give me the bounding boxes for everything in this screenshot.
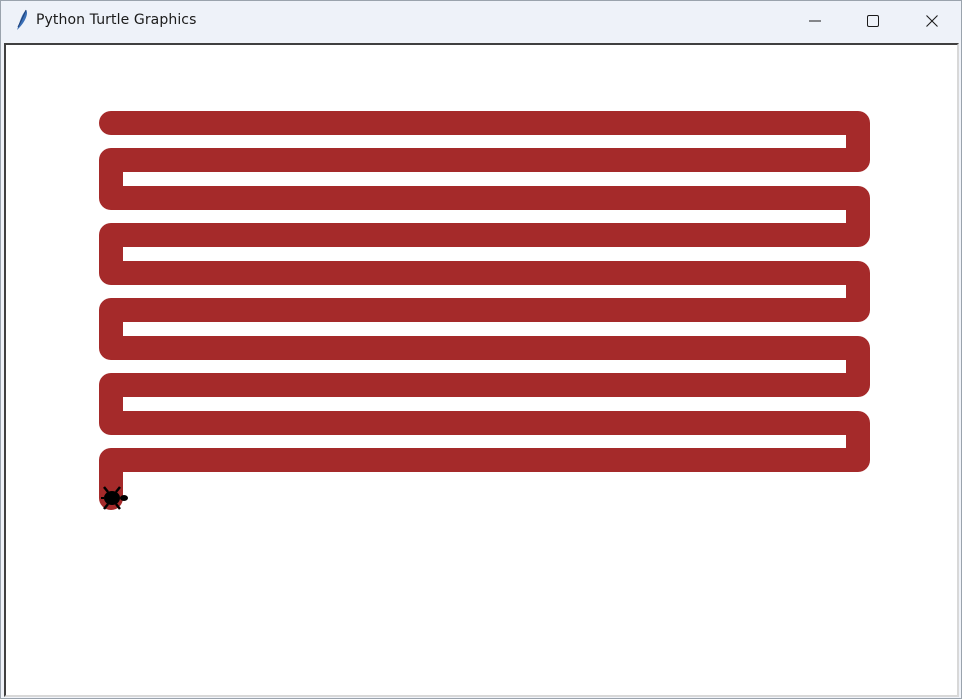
close-icon (926, 15, 938, 27)
minimize-icon (809, 20, 821, 22)
maximize-icon (867, 15, 879, 27)
title-bar[interactable]: Python Turtle Graphics (1, 1, 961, 41)
turtle-window: Python Turtle Graphics (0, 0, 962, 699)
close-button[interactable] (903, 1, 961, 41)
window-title: Python Turtle Graphics (36, 12, 197, 28)
turtle-drawing (99, 111, 870, 510)
turtle-canvas[interactable] (4, 43, 959, 697)
pen-trail (99, 111, 870, 510)
minimize-button[interactable] (786, 1, 844, 41)
feather-icon (17, 9, 28, 30)
maximize-button[interactable] (844, 1, 902, 41)
